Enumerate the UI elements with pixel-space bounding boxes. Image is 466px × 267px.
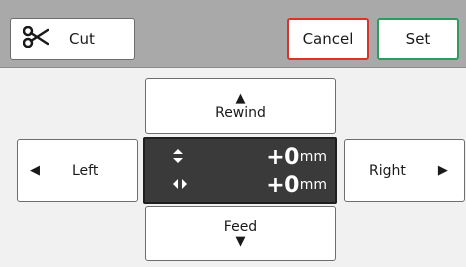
down-triangle-icon: ▼ [235, 234, 246, 249]
vertical-offset-row: +0 mm [145, 143, 335, 171]
vertical-offset-unit: mm [299, 149, 327, 165]
left-label: Left [72, 162, 99, 179]
scissors-icon [22, 25, 50, 52]
right-label: Right [369, 162, 406, 179]
feed-label: Feed [223, 219, 258, 235]
left-button[interactable]: ◀ Left [17, 139, 138, 202]
vertical-offset-value: +0 [266, 144, 299, 170]
right-triangle-icon: ▶ [437, 163, 448, 178]
cut-label: Cut [69, 30, 95, 48]
feed-button[interactable]: Feed ▼ [145, 206, 336, 261]
cancel-button[interactable]: Cancel [287, 18, 369, 60]
horizontal-offset-unit: mm [299, 177, 327, 193]
cut-button[interactable]: Cut [10, 18, 135, 60]
left-triangle-icon: ◀ [30, 163, 40, 178]
offset-readout: +0 mm +0 mm [143, 137, 337, 204]
horizontal-offset-row: +0 mm [145, 171, 335, 199]
leftright-arrow-icon [173, 178, 187, 192]
right-button[interactable]: Right ▶ [344, 139, 465, 202]
rewind-button[interactable]: ▲ Rewind [145, 78, 336, 134]
horizontal-offset-value: +0 [266, 172, 299, 198]
up-triangle-icon: ▲ [235, 90, 246, 106]
updown-arrow-icon [173, 148, 183, 166]
top-toolbar: Cut Cancel Set [0, 0, 466, 68]
rewind-label: Rewind [215, 104, 266, 121]
screen: Cut Cancel Set ▲ Rewind ◀ Left +0 mm +0 … [0, 0, 466, 267]
set-button[interactable]: Set [377, 18, 459, 60]
